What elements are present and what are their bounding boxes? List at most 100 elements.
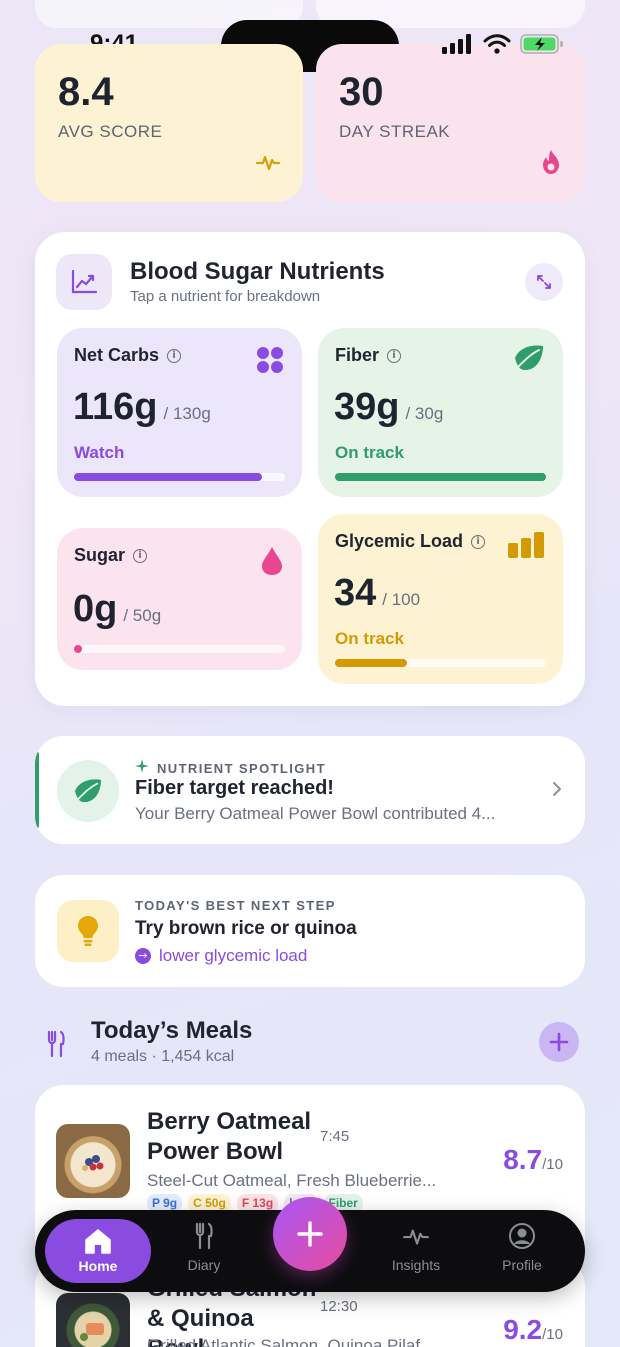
progress-bar: [335, 473, 546, 481]
nav-item-home[interactable]: Home: [45, 1219, 151, 1283]
meal-time: 12:30: [320, 1298, 358, 1315]
progress-fill: [74, 473, 262, 481]
nutrient-card-net-carbs[interactable]: Net Carbs i 116g / 130g Watch: [57, 328, 302, 497]
progress-fill: [335, 659, 407, 667]
meal-name: Berry Oatmeal Power Bowl: [147, 1108, 312, 1165]
panel-subtitle: Tap a nutrient for breakdown: [130, 288, 321, 305]
nutrient-card-sugar[interactable]: Sugar i 0g / 50g: [57, 528, 302, 670]
nutrient-name: Fiber: [335, 345, 380, 365]
meal-description: Steel-Cut Oatmeal, Fresh Blueberrie...: [147, 1171, 437, 1190]
meal-score-suffix: /10: [542, 1326, 563, 1343]
day-streak-value: 30: [339, 70, 384, 114]
avg-score-label: AVG SCORE: [58, 122, 163, 141]
meal-score: 9.2/10: [503, 1314, 563, 1346]
add-entry-fab[interactable]: [273, 1197, 347, 1271]
progress-bar: [74, 645, 285, 653]
fork-knife-icon: [193, 1222, 215, 1253]
nutrient-target: / 30g: [405, 404, 444, 423]
panel-title: Blood Sugar Nutrients: [130, 258, 385, 285]
trend-chart-icon: [56, 254, 112, 310]
nav-label-home: Home: [78, 1258, 118, 1274]
next-step-link-label: lower glycemic load: [159, 946, 308, 965]
avg-score-card[interactable]: 8.4 AVG SCORE: [35, 44, 303, 202]
leaf-icon: [57, 760, 119, 822]
home-icon: [83, 1229, 113, 1258]
info-icon[interactable]: i: [133, 548, 148, 563]
accent-bar: [35, 752, 39, 828]
fork-knife-icon: [35, 1023, 77, 1065]
nutrient-status: On track: [335, 443, 404, 462]
status-icons: [442, 33, 564, 60]
meal-score-value: 9.2: [503, 1314, 543, 1345]
nav-label-diary: Diary: [187, 1257, 221, 1273]
progress-fill: [335, 473, 546, 481]
meal-score-value: 8.7: [503, 1144, 543, 1175]
day-streak-label: DAY STREAK: [339, 122, 451, 141]
best-next-step-card[interactable]: TODAY'S BEST NEXT STEP Try brown rice or…: [35, 875, 585, 987]
info-icon[interactable]: i: [471, 534, 486, 549]
leaf-icon: [513, 344, 545, 377]
meals-subtitle: 4 meals · 1,454 kcal: [91, 1048, 235, 1065]
spotlight-eyebrow: NUTRIENT SPOTLIGHT: [157, 761, 326, 776]
progress-bar: [335, 659, 546, 667]
nutrient-value: 34: [334, 572, 377, 614]
nutrient-status: On track: [335, 629, 404, 648]
nutrient-spotlight-card[interactable]: NUTRIENT SPOTLIGHT Fiber target reached!…: [35, 736, 585, 844]
nav-label-profile: Profile: [502, 1257, 542, 1273]
nutrient-target: / 100: [382, 590, 421, 609]
nav-label-insights: Insights: [391, 1257, 441, 1273]
meal-time: 7:45: [320, 1128, 350, 1145]
next-step-eyebrow: TODAY'S BEST NEXT STEP: [135, 898, 336, 913]
nutrient-name: Sugar: [74, 545, 126, 565]
progress-bar: [74, 473, 285, 481]
meals-title: Today’s Meals: [91, 1017, 253, 1044]
spotlight-title: Fiber target reached!: [135, 777, 334, 799]
nutrient-name: Net Carbs: [74, 345, 160, 365]
next-step-title: Try brown rice or quinoa: [135, 918, 357, 939]
nutrient-status: Watch: [74, 443, 125, 462]
battery-charging-icon: [520, 33, 564, 60]
arrow-right-icon: →: [135, 948, 151, 964]
progress-fill: [74, 645, 82, 653]
day-streak-card[interactable]: 30 DAY STREAK: [316, 44, 585, 202]
nutrient-target: / 130g: [163, 404, 211, 423]
nutrient-value: 116g: [73, 386, 158, 428]
pulse-icon: [402, 1229, 430, 1253]
next-step-link[interactable]: → lower glycemic load: [135, 946, 307, 966]
lightbulb-icon: [57, 900, 119, 962]
meal-description: Grilled Atlantic Salmon, Quinoa Pilaf...: [147, 1336, 435, 1347]
profile-icon: [508, 1223, 536, 1253]
plus-icon: [549, 1032, 569, 1052]
nutrient-card-fiber[interactable]: Fiber i 39g / 30g On track: [318, 328, 563, 497]
plus-icon: [297, 1221, 323, 1247]
meal-score-suffix: /10: [542, 1156, 563, 1173]
pulse-icon: [255, 149, 281, 180]
nutrient-value: 0g: [73, 588, 118, 630]
nav-item-diary[interactable]: Diary: [159, 1222, 249, 1273]
flame-icon: [539, 149, 563, 180]
add-meal-button[interactable]: [539, 1022, 579, 1062]
dots-grid-icon: [256, 346, 284, 379]
drop-icon: [260, 546, 284, 581]
nutrient-target: / 50g: [123, 606, 162, 625]
signal-icon: [442, 34, 474, 59]
meal-photo: [56, 1124, 130, 1198]
blood-sugar-nutrients-panel: Blood Sugar Nutrients Tap a nutrient for…: [35, 232, 585, 706]
nutrient-value: 39g: [334, 386, 400, 428]
expand-button[interactable]: [525, 263, 563, 301]
spotlight-body: Your Berry Oatmeal Power Bowl contribute…: [135, 804, 496, 823]
nutrient-name: Glycemic Load: [335, 531, 464, 551]
nutrient-card-glycemic-load[interactable]: Glycemic Load i 34 / 100 On track: [318, 514, 563, 684]
nav-item-profile[interactable]: Profile: [477, 1222, 567, 1273]
meal-photo: [56, 1293, 130, 1347]
chevron-right-icon: [551, 780, 563, 803]
wifi-icon: [483, 34, 511, 59]
meal-score: 8.7/10: [503, 1144, 563, 1176]
info-icon[interactable]: i: [387, 348, 402, 363]
avg-score-value: 8.4: [58, 70, 114, 114]
info-icon[interactable]: i: [167, 348, 182, 363]
sparkle-icon: [135, 759, 149, 778]
nav-item-insights[interactable]: Insights: [371, 1222, 461, 1273]
bar-chart-icon: [507, 531, 545, 564]
expand-icon: [537, 275, 551, 289]
